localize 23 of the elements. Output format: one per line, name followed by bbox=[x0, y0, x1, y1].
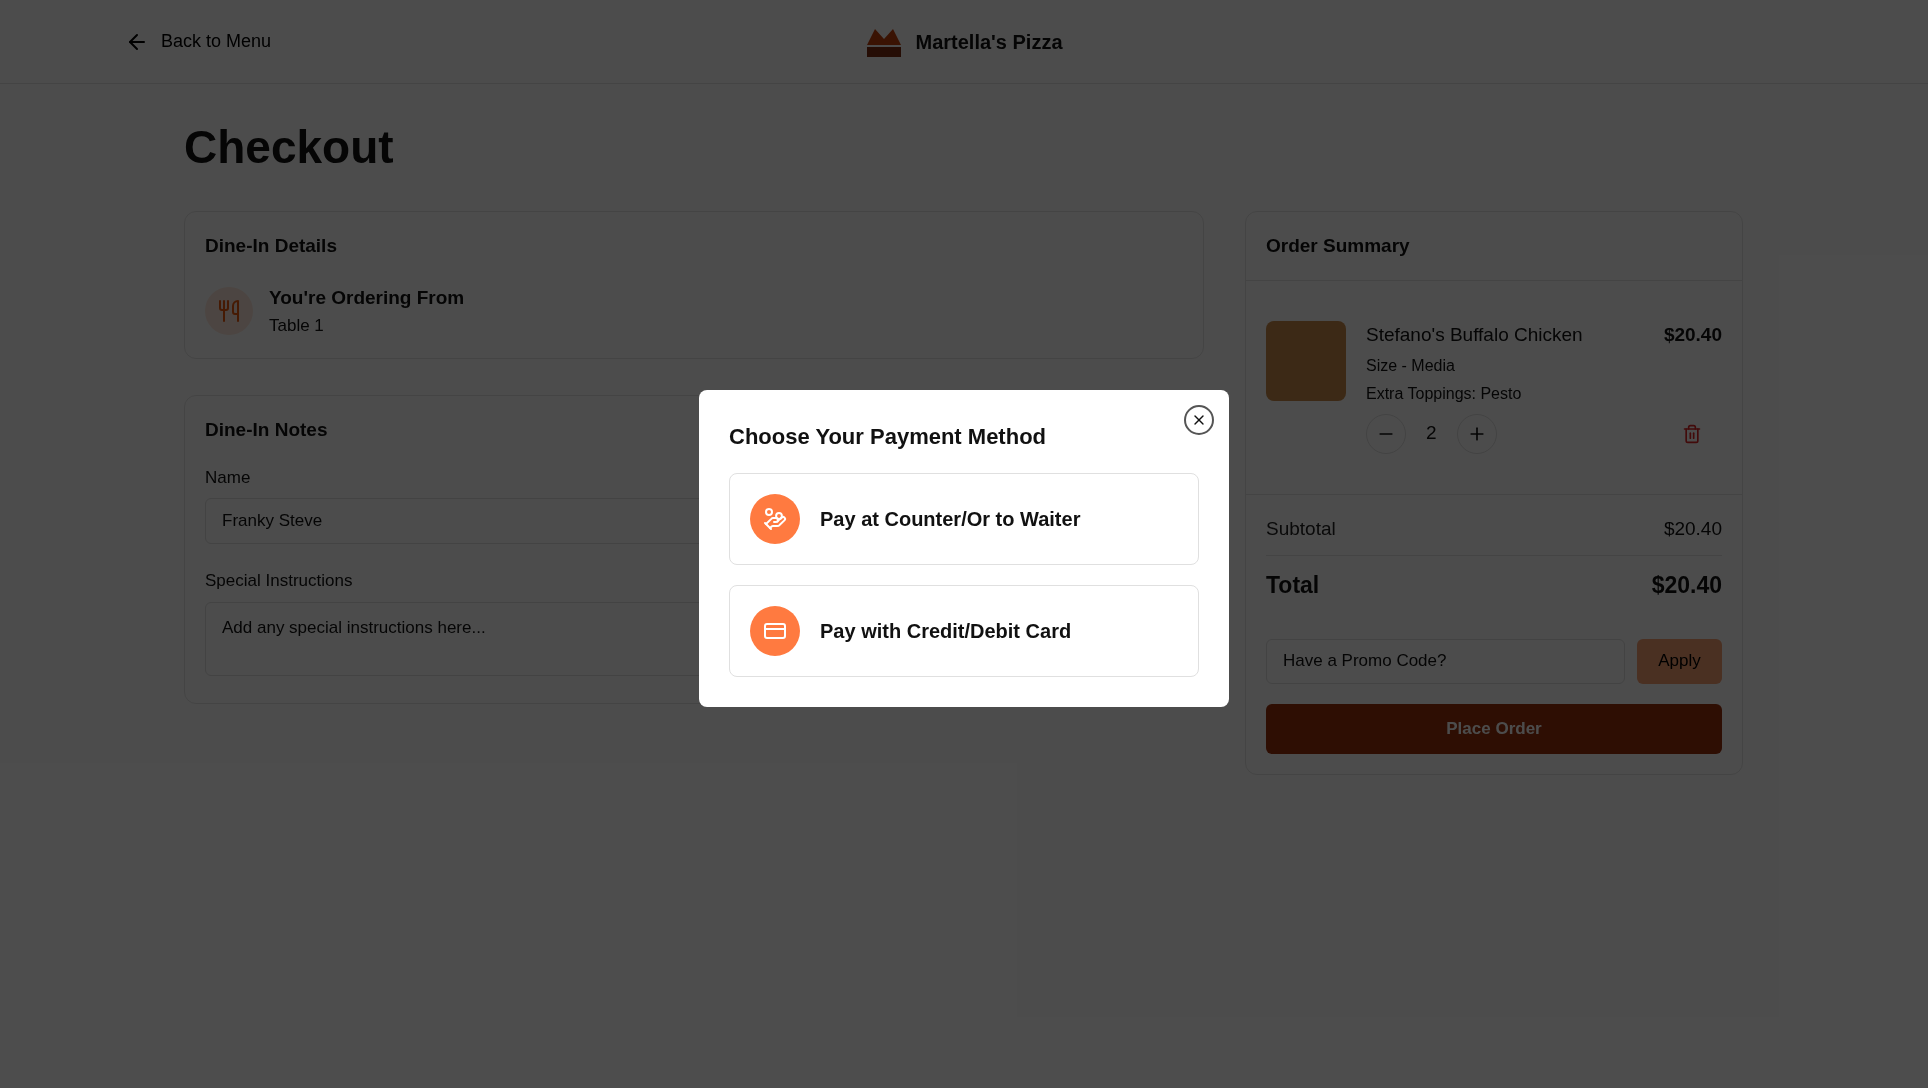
page-title: Checkout bbox=[184, 122, 395, 173]
credit-card-icon bbox=[750, 606, 800, 656]
subtotal-label: Subtotal bbox=[1266, 516, 1336, 541]
field-label: Name bbox=[205, 466, 252, 489]
table-label: Table 1 bbox=[269, 314, 325, 337]
payment-option[interactable]: Pay at Counter/Or to Waiter bbox=[729, 473, 1199, 565]
dialog-title: Choose Your Payment Method bbox=[729, 423, 1047, 451]
item-toppings: Extra Toppings: Pesto bbox=[1366, 383, 1523, 404]
card-title: Dine-In Details bbox=[205, 233, 337, 258]
close-button[interactable] bbox=[1184, 405, 1214, 435]
brand-name: Martella's Pizza bbox=[915, 29, 1063, 55]
total-value: $20.40 bbox=[1651, 571, 1722, 601]
item-price: $20.40 bbox=[1663, 323, 1722, 348]
subtotal-value: $20.40 bbox=[1663, 516, 1722, 541]
total-label: Total bbox=[1266, 571, 1320, 601]
ordering-from-heading: You're Ordering From bbox=[269, 286, 465, 311]
hand-coins-icon bbox=[750, 494, 800, 544]
item-name: Stefano's Buffalo Chicken bbox=[1366, 323, 1583, 348]
payment-option[interactable]: Pay with Credit/Debit Card bbox=[729, 585, 1199, 677]
item-size: Size - Media bbox=[1366, 355, 1456, 376]
card-title: Dine-In Notes bbox=[205, 418, 328, 443]
quantity: 2 bbox=[1426, 421, 1437, 446]
field-label: Special Instructions bbox=[205, 570, 354, 593]
